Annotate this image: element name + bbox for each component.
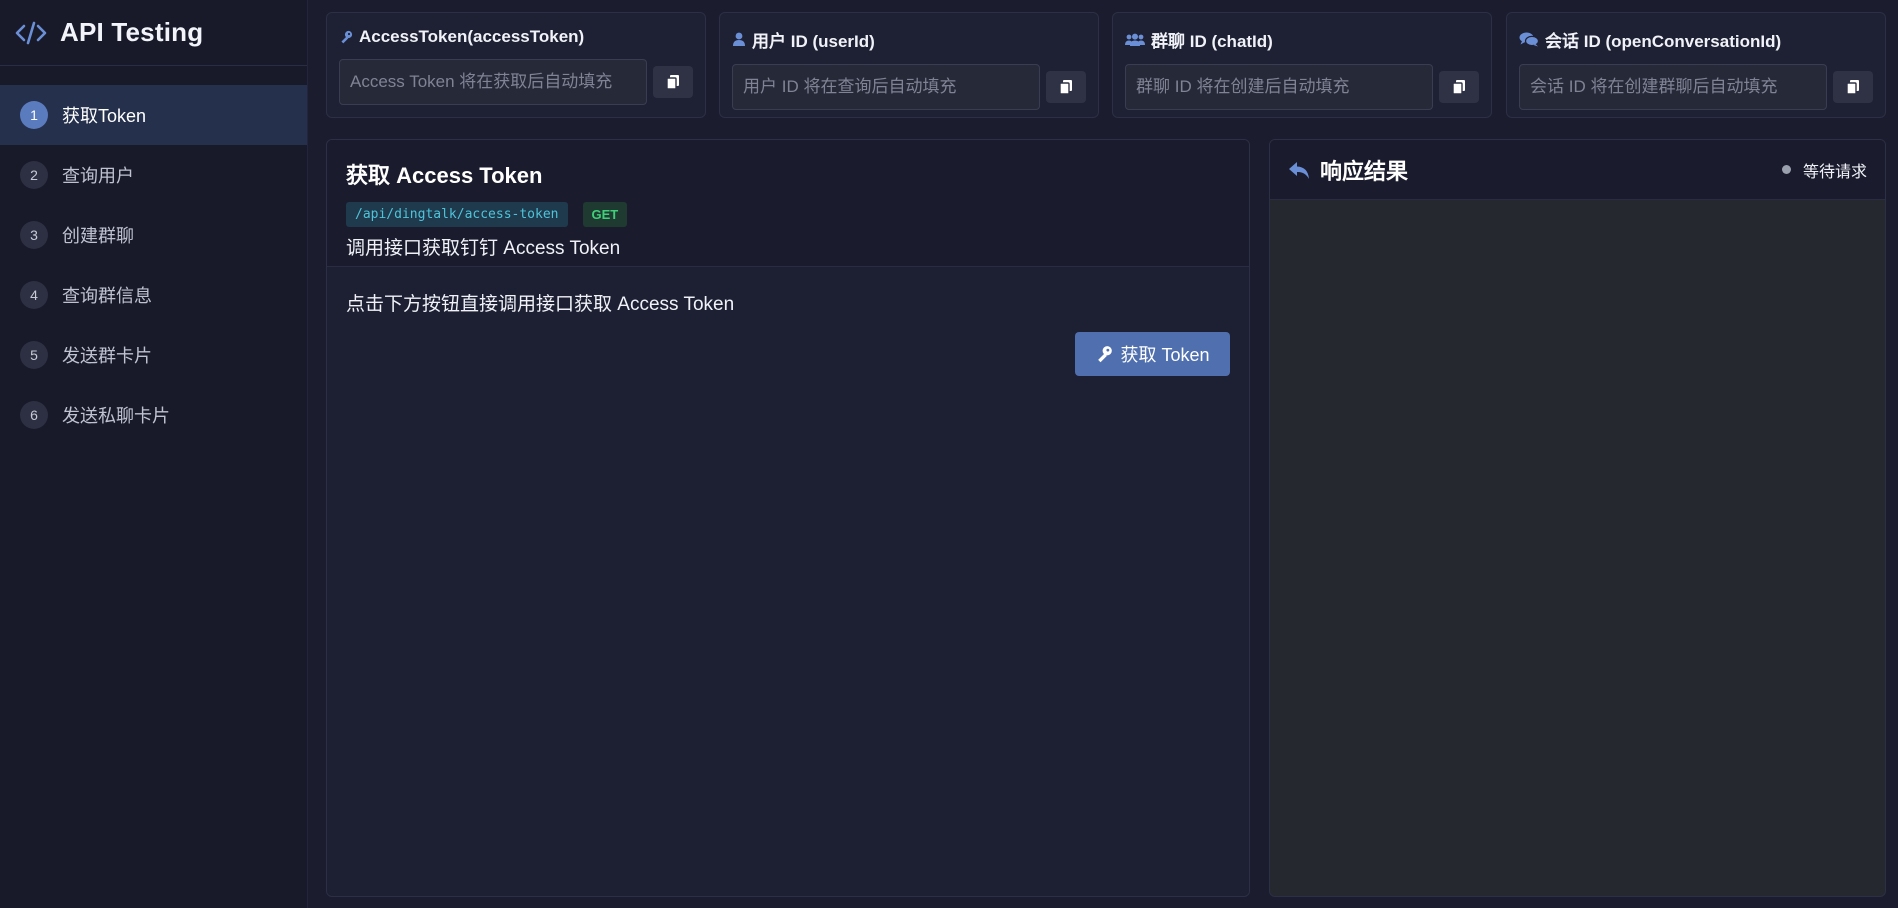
endpoint-row: /api/dingtalk/access-token GET [346, 202, 1230, 227]
access-token-row [339, 59, 693, 105]
copy-icon [1059, 80, 1072, 95]
response-body [1270, 200, 1885, 896]
sidebar: API Testing 1 获取Token 2 查询用户 3 创建群聊 4 查询… [0, 0, 308, 908]
chat-id-label-row: 群聊 ID (chatId) [1125, 27, 1479, 52]
sidebar-item-label: 发送群卡片 [62, 346, 152, 366]
step-number: 1 [20, 101, 48, 129]
sidebar-item-send-private-card[interactable]: 6 发送私聊卡片 [0, 385, 307, 445]
get-token-button[interactable]: 获取 Token [1075, 332, 1230, 376]
conversation-id-input[interactable] [1519, 64, 1827, 110]
chat-id-row [1125, 64, 1479, 110]
sidebar-item-label: 查询用户 [62, 166, 134, 186]
copy-access-token-button[interactable] [653, 66, 693, 98]
user-id-input[interactable] [732, 64, 1040, 110]
code-icon [15, 21, 47, 44]
copy-user-id-button[interactable] [1046, 71, 1086, 103]
request-panel-header: 获取 Access Token /api/dingtalk/access-tok… [327, 140, 1249, 267]
panel-description: 调用接口获取钉钉 Access Token [346, 238, 621, 259]
chat-id-input[interactable] [1125, 64, 1433, 110]
instruction-text: 点击下方按钮直接调用接口获取 Access Token [346, 294, 735, 315]
conversation-id-label-row: 会话 ID (openConversationId) [1519, 27, 1873, 52]
panel-title: 获取 Access Token [346, 163, 543, 188]
response-header: 响应结果 等待请求 [1270, 140, 1885, 200]
copy-conversation-id-button[interactable] [1833, 71, 1873, 103]
sidebar-item-label: 获取Token [62, 106, 147, 126]
response-panel: 响应结果 等待请求 [1269, 139, 1886, 897]
request-panel: 获取 Access Token /api/dingtalk/access-tok… [326, 139, 1250, 897]
access-token-label-row: AccessToken(accessToken) [339, 27, 693, 47]
access-token-input[interactable] [339, 59, 647, 105]
chat-id-card: 群聊 ID (chatId) [1112, 12, 1492, 118]
step-number: 2 [20, 161, 48, 189]
conversation-id-label: 会话 ID (openConversationId) [1545, 32, 1782, 51]
sidebar-item-query-user[interactable]: 2 查询用户 [0, 145, 307, 205]
status-dot [1781, 165, 1791, 174]
copy-icon [666, 75, 679, 90]
endpoint-path: /api/dingtalk/access-token [346, 202, 568, 227]
brand-title: API Testing [60, 17, 204, 47]
key-icon [341, 30, 353, 44]
copy-icon [1846, 80, 1859, 95]
user-icon [733, 32, 745, 46]
conversation-id-row [1519, 64, 1873, 110]
response-title: 响应结果 [1320, 158, 1409, 184]
access-token-label: AccessToken(accessToken) [359, 27, 585, 46]
get-token-button-label: 获取 Token [1120, 345, 1210, 365]
step-number: 5 [20, 341, 48, 369]
chat-id-label: 群聊 ID (chatId) [1151, 32, 1273, 51]
comments-icon [1519, 32, 1539, 47]
users-icon [1125, 33, 1145, 46]
response-status: 等待请求 [1781, 158, 1867, 182]
copy-chat-id-button[interactable] [1439, 71, 1479, 103]
user-id-label: 用户 ID (userId) [752, 32, 875, 51]
sidebar-item-label: 发送私聊卡片 [62, 406, 170, 426]
sidebar-item-query-chat-info[interactable]: 4 查询群信息 [0, 265, 307, 325]
sidebar-item-get-token[interactable]: 1 获取Token [0, 85, 307, 145]
sidebar-item-send-group-card[interactable]: 5 发送群卡片 [0, 325, 307, 385]
http-method-badge: GET [582, 202, 628, 227]
brand: API Testing [0, 0, 307, 66]
reply-icon [1289, 161, 1309, 179]
step-number: 3 [20, 221, 48, 249]
access-token-card: AccessToken(accessToken) [326, 12, 706, 118]
sidebar-nav: 1 获取Token 2 查询用户 3 创建群聊 4 查询群信息 5 发送群卡片 … [0, 85, 307, 445]
sidebar-item-create-chat[interactable]: 3 创建群聊 [0, 205, 307, 265]
step-number: 4 [20, 281, 48, 309]
key-icon [1098, 346, 1113, 363]
step-number: 6 [20, 401, 48, 429]
sidebar-item-label: 查询群信息 [62, 286, 152, 306]
user-id-row [732, 64, 1086, 110]
request-panel-body: 点击下方按钮直接调用接口获取 Access Token 获取 Token [327, 267, 1249, 376]
user-id-label-row: 用户 ID (userId) [732, 27, 1086, 52]
copy-icon [1452, 80, 1465, 95]
conversation-id-card: 会话 ID (openConversationId) [1506, 12, 1886, 118]
sidebar-item-label: 创建群聊 [62, 226, 134, 246]
user-id-card: 用户 ID (userId) [719, 12, 1099, 118]
status-text: 等待请求 [1802, 163, 1867, 181]
